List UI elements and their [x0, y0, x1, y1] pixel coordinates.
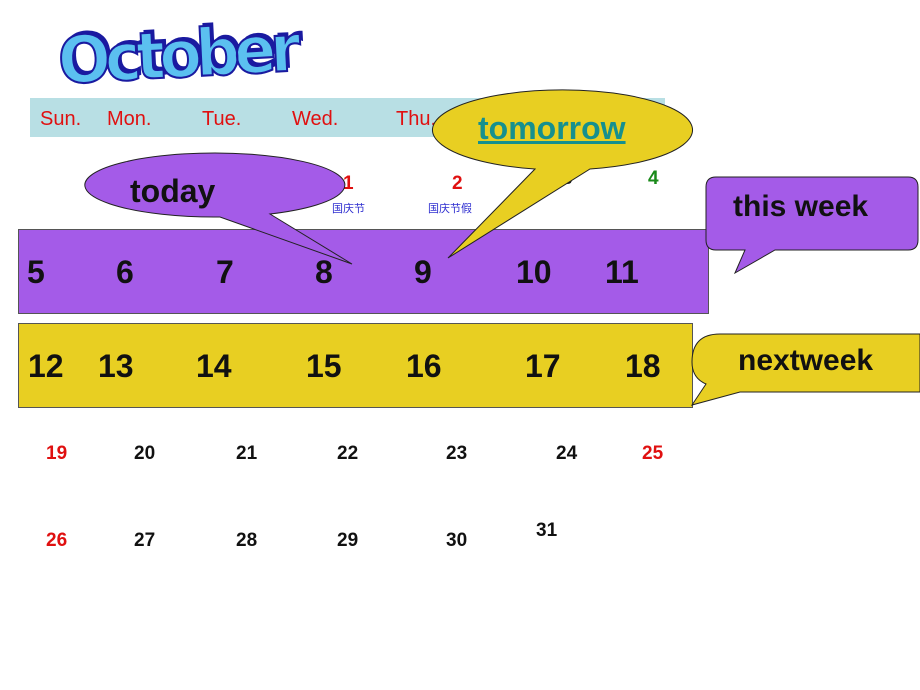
this-week-callout-text: this week — [733, 190, 869, 223]
today-callout-text: today — [130, 173, 216, 209]
next-week-callout-text: nextweek — [738, 344, 874, 377]
tomorrow-callout-text: tomorrow — [478, 110, 626, 146]
today-callout-shape — [84, 152, 353, 265]
